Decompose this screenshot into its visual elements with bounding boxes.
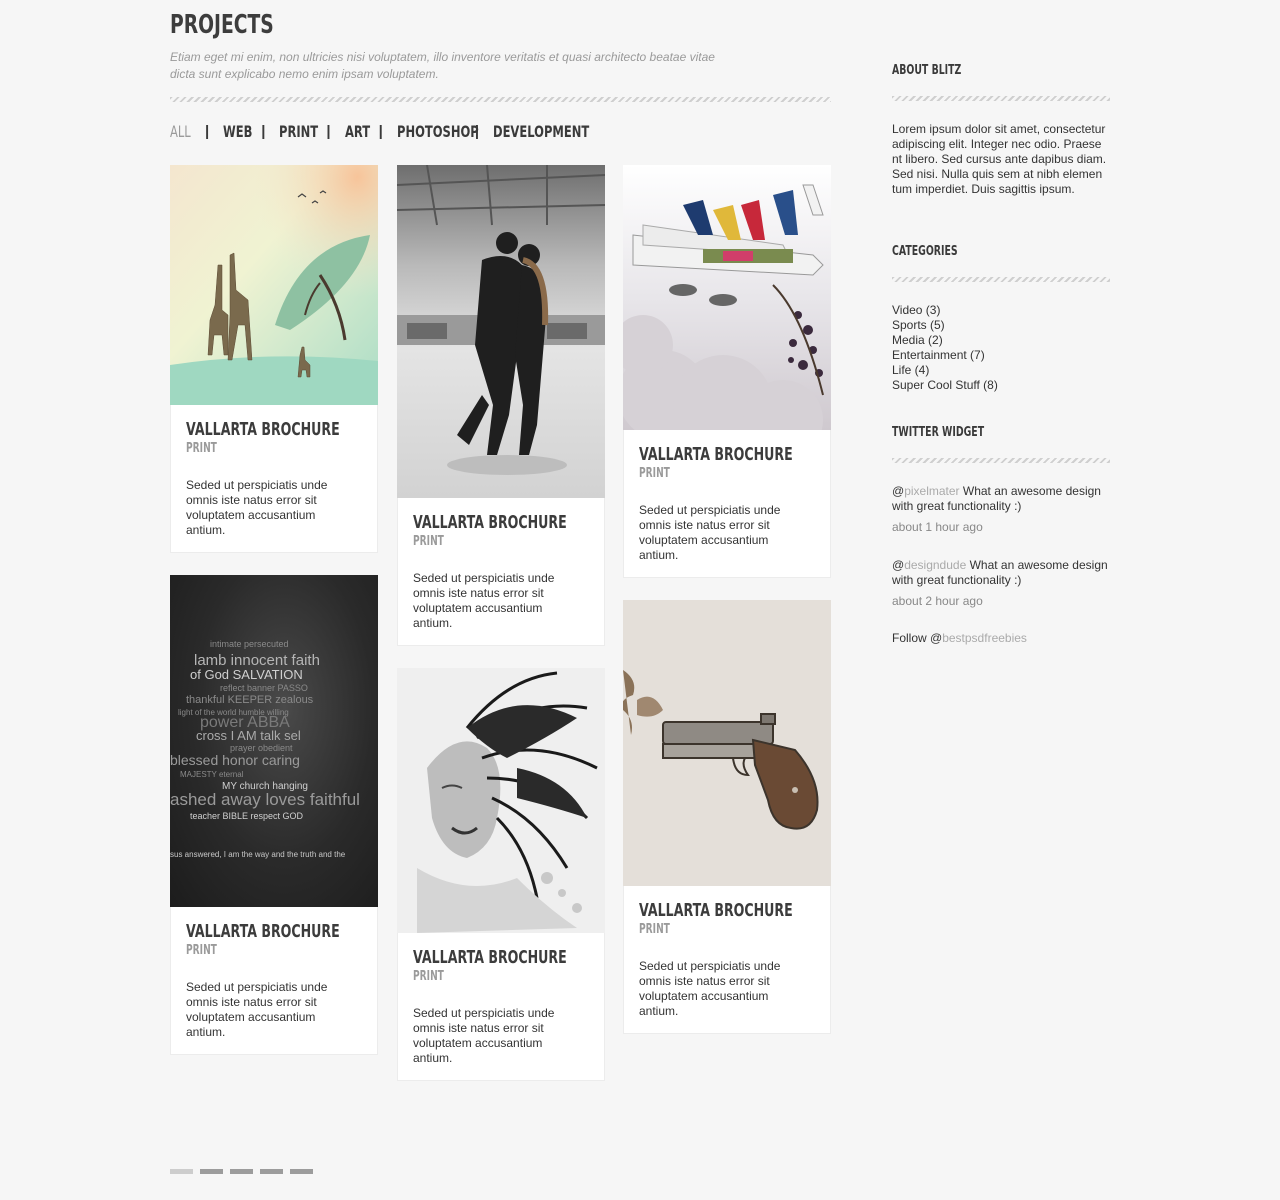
ice-skating-couple-image[interactable] — [397, 165, 605, 498]
tweet-user-link[interactable]: designdude — [904, 558, 966, 572]
page-dot-2[interactable] — [200, 1169, 223, 1174]
sidebar-divider — [892, 458, 1110, 463]
filter-art[interactable]: ART — [345, 122, 370, 141]
card-title[interactable]: VALLARTA BROCHURE — [639, 900, 793, 921]
page-dot-4[interactable] — [260, 1169, 283, 1174]
card-category[interactable]: PRINT — [639, 466, 762, 481]
card-description: Seded ut perspiciatis unde omnis iste na… — [413, 571, 555, 630]
card-body: VALLARTA BROCHURE PRINT Seded ut perspic… — [398, 933, 604, 1080]
page-subtitle: Etiam eget mi enim, non ultricies nisi v… — [170, 50, 715, 81]
tweet: @pixelmater What an awesome design with … — [892, 484, 1110, 535]
card-category[interactable]: PRINT — [639, 922, 762, 937]
project-card[interactable]: VALLARTA BROCHURE PRINT Seded ut perspic… — [397, 165, 605, 646]
card-category[interactable]: PRINT — [413, 969, 536, 984]
card-title[interactable]: VALLARTA BROCHURE — [186, 419, 340, 440]
page-dot-1[interactable] — [170, 1169, 193, 1174]
wordcloud-quote: sus answered, I am the way and the truth… — [170, 850, 346, 859]
wordcloud-text: of God SALVATION — [190, 667, 303, 682]
pistol-illustration-image[interactable] — [623, 600, 831, 886]
tweet: @designdude What an awesome design with … — [892, 558, 1110, 609]
card-body: VALLARTA BROCHURE PRINT Seded ut perspic… — [171, 907, 377, 1054]
page-dot-5[interactable] — [290, 1169, 313, 1174]
airplanes-clouds-image[interactable] — [623, 165, 831, 430]
project-card[interactable]: VALLARTA BROCHURE PRINT Seded ut perspic… — [623, 165, 831, 578]
card-description: Seded ut perspiciatis unde omnis iste na… — [186, 980, 328, 1039]
category-item-media[interactable]: Media (2) — [892, 333, 998, 348]
project-card[interactable]: VALLARTA BROCHURE PRINT Seded ut perspic… — [623, 600, 831, 1034]
about-heading: ABOUT BLITZ — [892, 63, 962, 78]
filter-web[interactable]: WEB — [223, 122, 252, 141]
filter-development[interactable]: DEVELOPMENT — [493, 122, 589, 141]
tweet-time[interactable]: about 2 hour ago — [892, 594, 1110, 609]
wordcloud-text: teacher BIBLE respect GOD — [190, 811, 304, 821]
card-category[interactable]: PRINT — [186, 441, 309, 456]
tweet-user-link[interactable]: pixelmater — [904, 484, 959, 498]
about-text: Lorem ipsum dolor sit amet, consectetur … — [892, 122, 1107, 196]
category-item-life[interactable]: Life (4) — [892, 363, 998, 378]
category-item-entertainment[interactable]: Entertainment (7) — [892, 348, 998, 363]
card-body: VALLARTA BROCHURE PRINT Seded ut perspic… — [624, 886, 830, 1033]
card-body: VALLARTA BROCHURE PRINT Seded ut perspic… — [624, 430, 830, 577]
wordcloud-text: MAJESTY eternal — [180, 770, 244, 779]
sidebar-divider — [892, 277, 1110, 282]
wordcloud-text: ashed away loves faithful — [170, 790, 360, 809]
filter-separator: | — [261, 122, 266, 140]
filter-separator: | — [326, 122, 331, 140]
twitter-follow: Follow @bestpsdfreebies — [892, 631, 1027, 646]
filter-separator: | — [205, 122, 210, 140]
follow-user-link[interactable]: bestpsdfreebies — [942, 631, 1027, 645]
category-item-sports[interactable]: Sports (5) — [892, 318, 998, 333]
card-description: Seded ut perspiciatis unde omnis iste na… — [413, 1006, 555, 1065]
sidebar-divider — [892, 96, 1110, 101]
tweet-at: @ — [892, 558, 905, 572]
wordcloud-text: reflect banner PASSO — [220, 683, 308, 693]
card-title[interactable]: VALLARTA BROCHURE — [639, 444, 793, 465]
filter-print[interactable]: PRINT — [279, 122, 318, 141]
filter-photoshop[interactable]: PHOTOSHOP — [397, 122, 479, 141]
categories-heading: CATEGORIES — [892, 244, 958, 259]
card-description: Seded ut perspiciatis unde omnis iste na… — [639, 959, 781, 1018]
wordcloud-text: blessed honor caring — [170, 752, 300, 768]
card-category[interactable]: PRINT — [413, 534, 536, 549]
wordcloud-text: intimate persecuted — [210, 639, 289, 649]
page-title: PROJECTS — [170, 10, 274, 40]
card-category[interactable]: PRINT — [186, 943, 309, 958]
wordcloud-text: cross I AM talk sel — [196, 728, 301, 743]
project-card[interactable]: intimate persecuted lamb innocent faith … — [170, 575, 378, 1055]
card-title[interactable]: VALLARTA BROCHURE — [413, 512, 567, 533]
page-dot-3[interactable] — [230, 1169, 253, 1174]
category-item-video[interactable]: Video (3) — [892, 303, 998, 318]
project-card[interactable]: VALLARTA BROCHURE PRINT Seded ut perspic… — [397, 668, 605, 1081]
filter-separator: | — [378, 122, 383, 140]
wordcloud-text: thankful KEEPER zealous — [186, 694, 314, 706]
card-body: VALLARTA BROCHURE PRINT Seded ut perspic… — [171, 405, 377, 552]
tweet-at: @ — [892, 484, 905, 498]
project-card[interactable]: VALLARTA BROCHURE PRINT Seded ut perspic… — [170, 165, 378, 553]
card-body: VALLARTA BROCHURE PRINT Seded ut perspic… — [398, 498, 604, 645]
twitter-heading: TWITTER WIDGET — [892, 425, 985, 440]
tweet-time[interactable]: about 1 hour ago — [892, 520, 1110, 535]
card-description: Seded ut perspiciatis unde omnis iste na… — [639, 503, 781, 562]
typography-wordcloud-image[interactable]: intimate persecuted lamb innocent faith … — [170, 575, 378, 907]
woman-smoke-hair-image[interactable] — [397, 668, 605, 933]
pagination — [170, 1169, 313, 1174]
card-title[interactable]: VALLARTA BROCHURE — [186, 921, 340, 942]
category-item-super-cool-stuff[interactable]: Super Cool Stuff (8) — [892, 378, 998, 393]
giraffe-landscape-image[interactable] — [170, 165, 378, 405]
card-title[interactable]: VALLARTA BROCHURE — [413, 947, 567, 968]
filter-all[interactable]: ALL — [170, 122, 191, 141]
follow-prefix: Follow @ — [892, 631, 943, 645]
filter-nav: ALL | WEB | PRINT | ART | PHOTOSHOP | DE… — [170, 120, 589, 142]
card-description: Seded ut perspiciatis unde omnis iste na… — [186, 478, 328, 537]
category-list: Video (3) Sports (5) Media (2) Entertain… — [892, 303, 998, 393]
header-divider — [170, 97, 831, 102]
